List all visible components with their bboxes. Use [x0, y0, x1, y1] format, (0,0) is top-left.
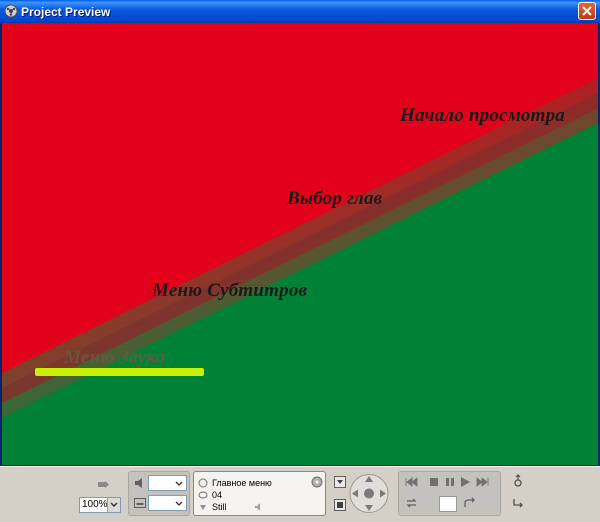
- nav-arrows-icon[interactable]: [348, 471, 390, 516]
- window-title: Project Preview: [21, 5, 111, 19]
- stop-icon[interactable]: [428, 476, 441, 488]
- title-button-icon[interactable]: [333, 498, 347, 512]
- settings-icon[interactable]: [511, 474, 525, 488]
- subtitle-stream-select[interactable]: [148, 495, 187, 511]
- title-icon: [198, 491, 208, 499]
- navigation-info-panel: Главное меню 04 Still: [193, 471, 326, 516]
- jump-icon[interactable]: [463, 497, 476, 509]
- playback-status: Still: [212, 502, 227, 512]
- preview-background: [2, 23, 598, 465]
- dvd-icon[interactable]: [311, 476, 323, 488]
- menu-item-chapter-select[interactable]: Выбор глав: [287, 188, 382, 210]
- speed-field[interactable]: [439, 496, 457, 512]
- chevron-down-icon: [175, 501, 183, 506]
- selection-highlight: [35, 368, 204, 376]
- app-icon: [4, 4, 18, 18]
- menu-button-icon[interactable]: [333, 475, 347, 489]
- subtitle-icon: [134, 498, 146, 508]
- audio-icon: [135, 478, 142, 488]
- close-button[interactable]: [578, 2, 596, 20]
- menu-item-start-viewing[interactable]: Начало просмотра: [400, 105, 565, 127]
- current-number: 04: [212, 490, 223, 500]
- current-menu-name: Главное меню: [212, 478, 272, 488]
- status-icon: [200, 505, 206, 510]
- connect-icon[interactable]: [511, 497, 525, 511]
- menu-preview-area: Начало просмотра Выбор глав Меню Субтитр…: [2, 23, 598, 465]
- first-icon[interactable]: [405, 476, 418, 488]
- play-icon[interactable]: [459, 476, 472, 488]
- close-icon: [582, 6, 592, 16]
- title-bar: Project Preview: [0, 0, 600, 23]
- loop-icon[interactable]: [405, 497, 418, 509]
- speaker-icon: [255, 503, 260, 511]
- pointer-icon[interactable]: [96, 477, 110, 491]
- last-icon[interactable]: [476, 476, 489, 488]
- chevron-down-icon: [175, 481, 183, 486]
- chevron-down-icon[interactable]: [107, 498, 120, 512]
- audio-stream-select[interactable]: [148, 475, 187, 491]
- project-preview-window: Project Preview Начало просмотра Выбор г…: [0, 0, 600, 522]
- pause-icon[interactable]: [444, 476, 457, 488]
- menu-item-audio-menu[interactable]: Меню Звука: [64, 347, 165, 369]
- zoom-value: 100%: [82, 499, 108, 510]
- zoom-select[interactable]: 100%: [79, 497, 121, 513]
- menu-icon: [198, 478, 208, 488]
- menu-item-subtitle-menu[interactable]: Меню Субтитров: [152, 280, 307, 302]
